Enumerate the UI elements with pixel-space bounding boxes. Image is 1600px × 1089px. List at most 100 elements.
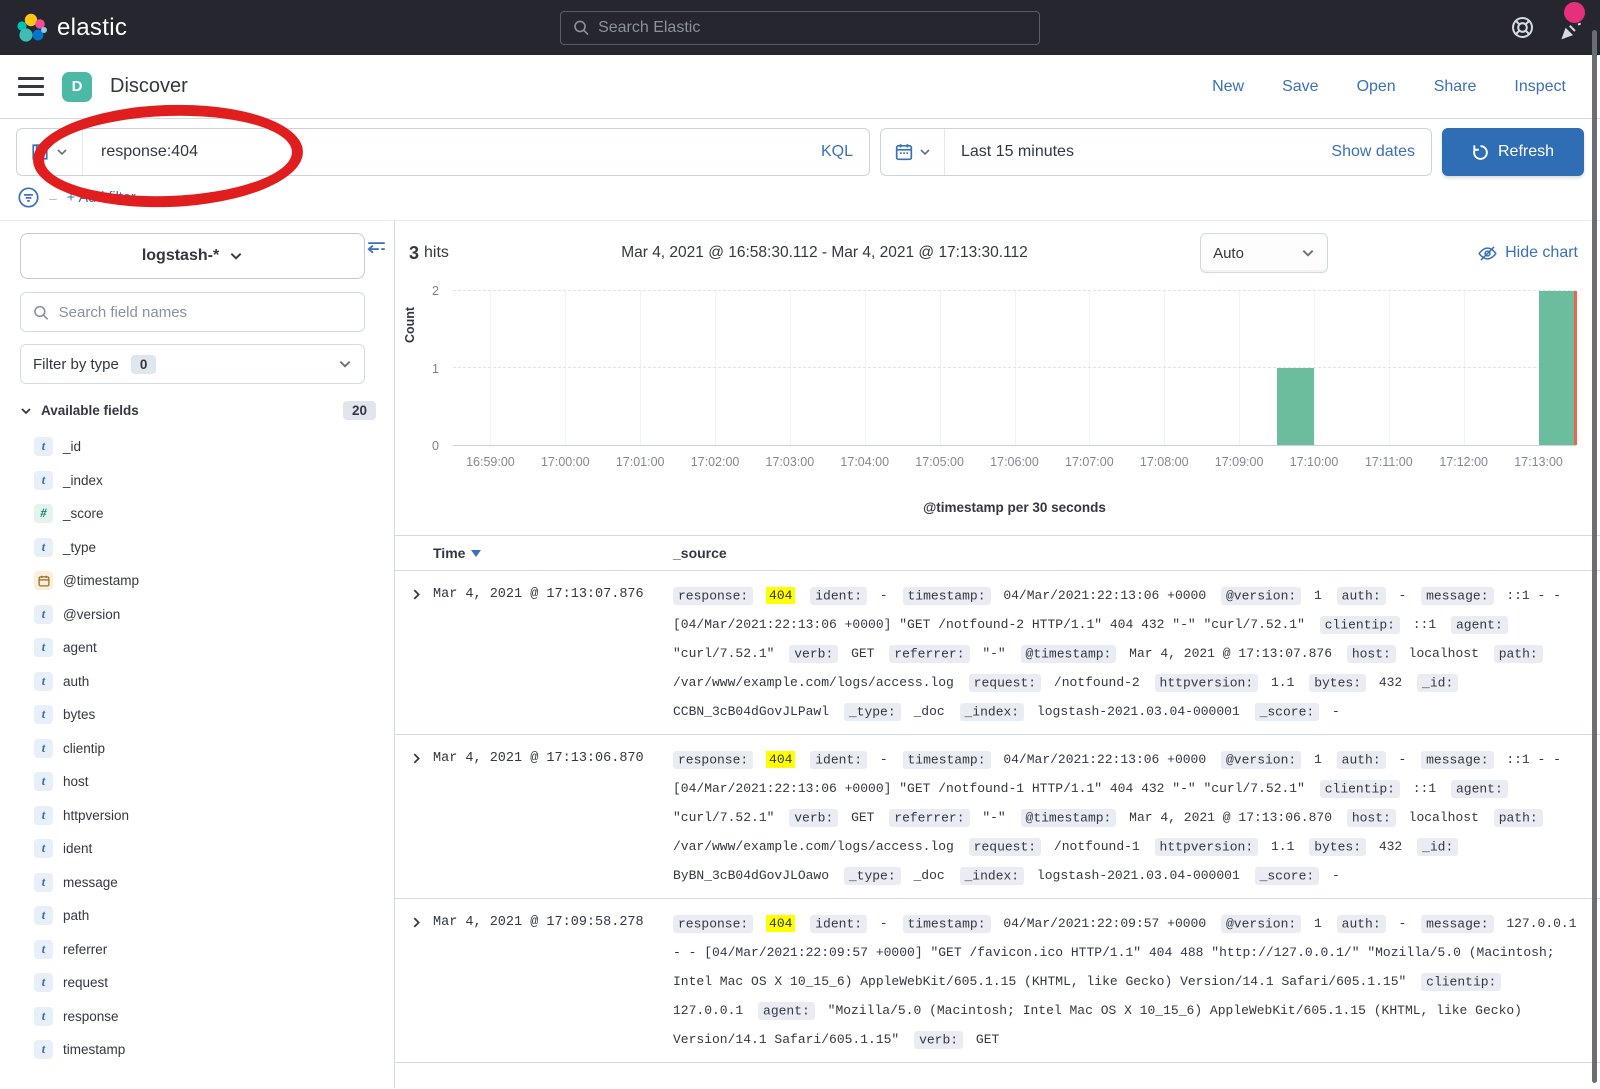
field-item-response[interactable]: tresponse: [20, 1000, 380, 1034]
query-input[interactable]: [83, 143, 821, 161]
field-item-index[interactable]: t _index: [20, 464, 380, 498]
refresh-button[interactable]: Refresh: [1442, 128, 1584, 176]
field-name: httpversion: [63, 808, 129, 823]
add-filter-button[interactable]: + Add filter: [67, 190, 136, 206]
field-item-host[interactable]: thost: [20, 765, 380, 799]
field-item-request[interactable]: trequest: [20, 966, 380, 1000]
chevron-down-icon: [919, 146, 931, 158]
chart-gridline-v: [640, 291, 641, 445]
field-item-version[interactable]: t @version: [20, 598, 380, 632]
nav-share[interactable]: Share: [1434, 78, 1477, 96]
quick-select-time-button[interactable]: [881, 129, 945, 175]
nav-inspect[interactable]: Inspect: [1514, 78, 1566, 96]
index-pattern-select[interactable]: logstash-*: [20, 233, 365, 279]
filter-divider: –: [49, 190, 57, 206]
field-item-timestamp[interactable]: ttimestamp: [20, 1033, 380, 1067]
time-range-value[interactable]: Last 15 minutes: [945, 143, 1074, 161]
field-item-timestamp[interactable]: @timestamp: [20, 564, 380, 598]
interval-select[interactable]: Auto: [1200, 233, 1328, 273]
filter-bar: – + Add filter: [0, 176, 1600, 221]
saved-query-menu-button[interactable]: [17, 129, 83, 175]
hits-label: hits: [424, 244, 449, 262]
source-field-label: _index:: [960, 867, 1025, 885]
topbar: elastic: [0, 0, 1600, 55]
source-field-label: verb:: [789, 809, 838, 827]
field-item-type[interactable]: t_type: [20, 531, 380, 565]
show-dates-button[interactable]: Show dates: [1331, 143, 1431, 161]
scrollbar[interactable]: [1592, 30, 1597, 1083]
menu-icon[interactable]: [18, 77, 44, 96]
time-column-header[interactable]: Time: [433, 545, 673, 561]
source-field-label: timestamp:: [903, 915, 991, 933]
collapse-sidebar-icon[interactable]: [367, 239, 386, 258]
results-panel: 3 hits Mar 4, 2021 @ 16:58:30.112 - Mar …: [395, 221, 1600, 1088]
main-layout: logstash-* Filter by type 0: [0, 221, 1600, 1088]
field-list: t_idt _index #_scoret_type@timestamp t @vers…: [20, 430, 380, 1067]
filter-icon[interactable]: [18, 187, 39, 208]
source-field-label: host:: [1347, 645, 1396, 663]
chart-gridline-v: [790, 291, 791, 445]
source-field-label: path:: [1494, 645, 1543, 663]
y-tick-label: 0: [432, 439, 439, 453]
field-item-referrer[interactable]: treferrer: [20, 933, 380, 967]
nav-save[interactable]: Save: [1282, 78, 1318, 96]
field-search-input[interactable]: [59, 304, 352, 321]
field-type-text-icon: t: [34, 471, 53, 490]
field-type-text-icon: t: [34, 605, 53, 624]
histogram-bar[interactable]: [1277, 368, 1314, 445]
field-item-bytes[interactable]: tbytes: [20, 698, 380, 732]
field-name: auth: [63, 674, 89, 689]
chart-gridline-v: [490, 291, 491, 445]
field-item-message[interactable]: tmessage: [20, 866, 380, 900]
source-field-label: timestamp:: [903, 751, 991, 769]
x-tick-label: 17:06:00: [990, 455, 1039, 469]
chart-gridline-v: [865, 291, 866, 445]
field-type-text-icon: t: [34, 672, 53, 691]
field-name: clientip: [63, 741, 105, 756]
source-field-label: request:: [969, 838, 1041, 856]
table-header: Time _source: [395, 536, 1600, 571]
sort-descending-icon[interactable]: [471, 550, 481, 557]
field-name: _index: [63, 473, 103, 488]
chart-gridline-v: [1389, 291, 1390, 445]
elastic-logo[interactable]: elastic: [16, 12, 127, 44]
x-tick-label: 17:02:00: [691, 455, 740, 469]
chart-gridline-v: [1239, 291, 1240, 445]
query-box: KQL: [16, 128, 870, 176]
global-search-input[interactable]: [598, 19, 1027, 37]
brand-name: elastic: [57, 14, 127, 42]
help-icon[interactable]: [1511, 16, 1534, 39]
histogram-bar[interactable]: [1539, 291, 1576, 445]
field-item-agent[interactable]: tagent: [20, 631, 380, 665]
field-item-id[interactable]: t_id: [20, 430, 380, 464]
filter-by-type-select[interactable]: Filter by type 0: [20, 344, 365, 384]
field-search[interactable]: [20, 292, 365, 332]
field-item-path[interactable]: tpath: [20, 899, 380, 933]
nav-new[interactable]: New: [1212, 78, 1244, 96]
chevron-down-icon: [20, 405, 32, 417]
field-item-clientip[interactable]: tclientip: [20, 732, 380, 766]
field-name: @version: [63, 607, 120, 622]
field-type-text-icon: t: [34, 538, 53, 557]
source-field-label: _id:: [1417, 838, 1458, 856]
eye-slash-icon: [1478, 244, 1497, 263]
expand-row-button[interactable]: [395, 909, 433, 929]
global-search[interactable]: [560, 11, 1040, 45]
nav-open[interactable]: Open: [1357, 78, 1396, 96]
source-column-header: _source: [673, 545, 1600, 561]
field-item-score[interactable]: #_score: [20, 497, 380, 531]
field-item-httpversion[interactable]: thttpversion: [20, 799, 380, 833]
chevron-down-icon: [1301, 246, 1315, 260]
source-field-label: _id:: [1417, 674, 1458, 692]
field-item-ident[interactable]: tident: [20, 832, 380, 866]
hide-chart-button[interactable]: Hide chart: [1478, 244, 1578, 263]
field-item-auth[interactable]: tauth: [20, 665, 380, 699]
header-nav: New Save Open Share Inspect: [1212, 78, 1582, 96]
x-tick-label: 17:13:00: [1514, 455, 1563, 469]
expand-row-button[interactable]: [395, 745, 433, 765]
available-fields-header[interactable]: Available fields 20: [20, 401, 380, 420]
expand-row-button[interactable]: [395, 581, 433, 601]
x-tick-label: 16:59:00: [466, 455, 515, 469]
query-language-button[interactable]: KQL: [821, 143, 869, 161]
chart-gridline-v: [1015, 291, 1016, 445]
